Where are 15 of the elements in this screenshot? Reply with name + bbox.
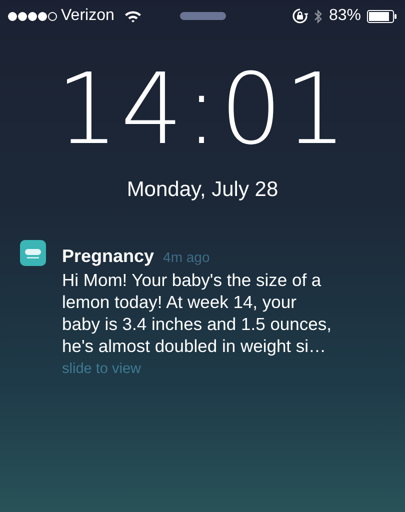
notification-message: Hi Mom! Your baby's the size of a lemon today! At week 14, your baby is 3.4 inches and 1.5 ounces, he's almost doubled in weight si… xyxy=(62,269,332,357)
clock-time: 14:01 xyxy=(55,54,350,166)
notification-age: 4m ago xyxy=(163,249,210,265)
battery-percentage: 83% xyxy=(328,7,361,25)
wifi-icon xyxy=(124,10,142,22)
battery-icon xyxy=(367,10,397,22)
bluetooth-icon xyxy=(314,8,323,24)
signal-icon xyxy=(8,12,57,20)
slide-to-view-hint[interactable]: slide to view xyxy=(62,361,332,377)
rotation-lock-icon xyxy=(292,8,308,24)
app-icon xyxy=(20,240,46,266)
clock-date: Monday, July 28 xyxy=(126,178,280,202)
carrier-name: Verizon xyxy=(61,7,114,25)
app-name: Pregnancy xyxy=(62,246,154,267)
grabber-handle[interactable] xyxy=(180,12,226,20)
